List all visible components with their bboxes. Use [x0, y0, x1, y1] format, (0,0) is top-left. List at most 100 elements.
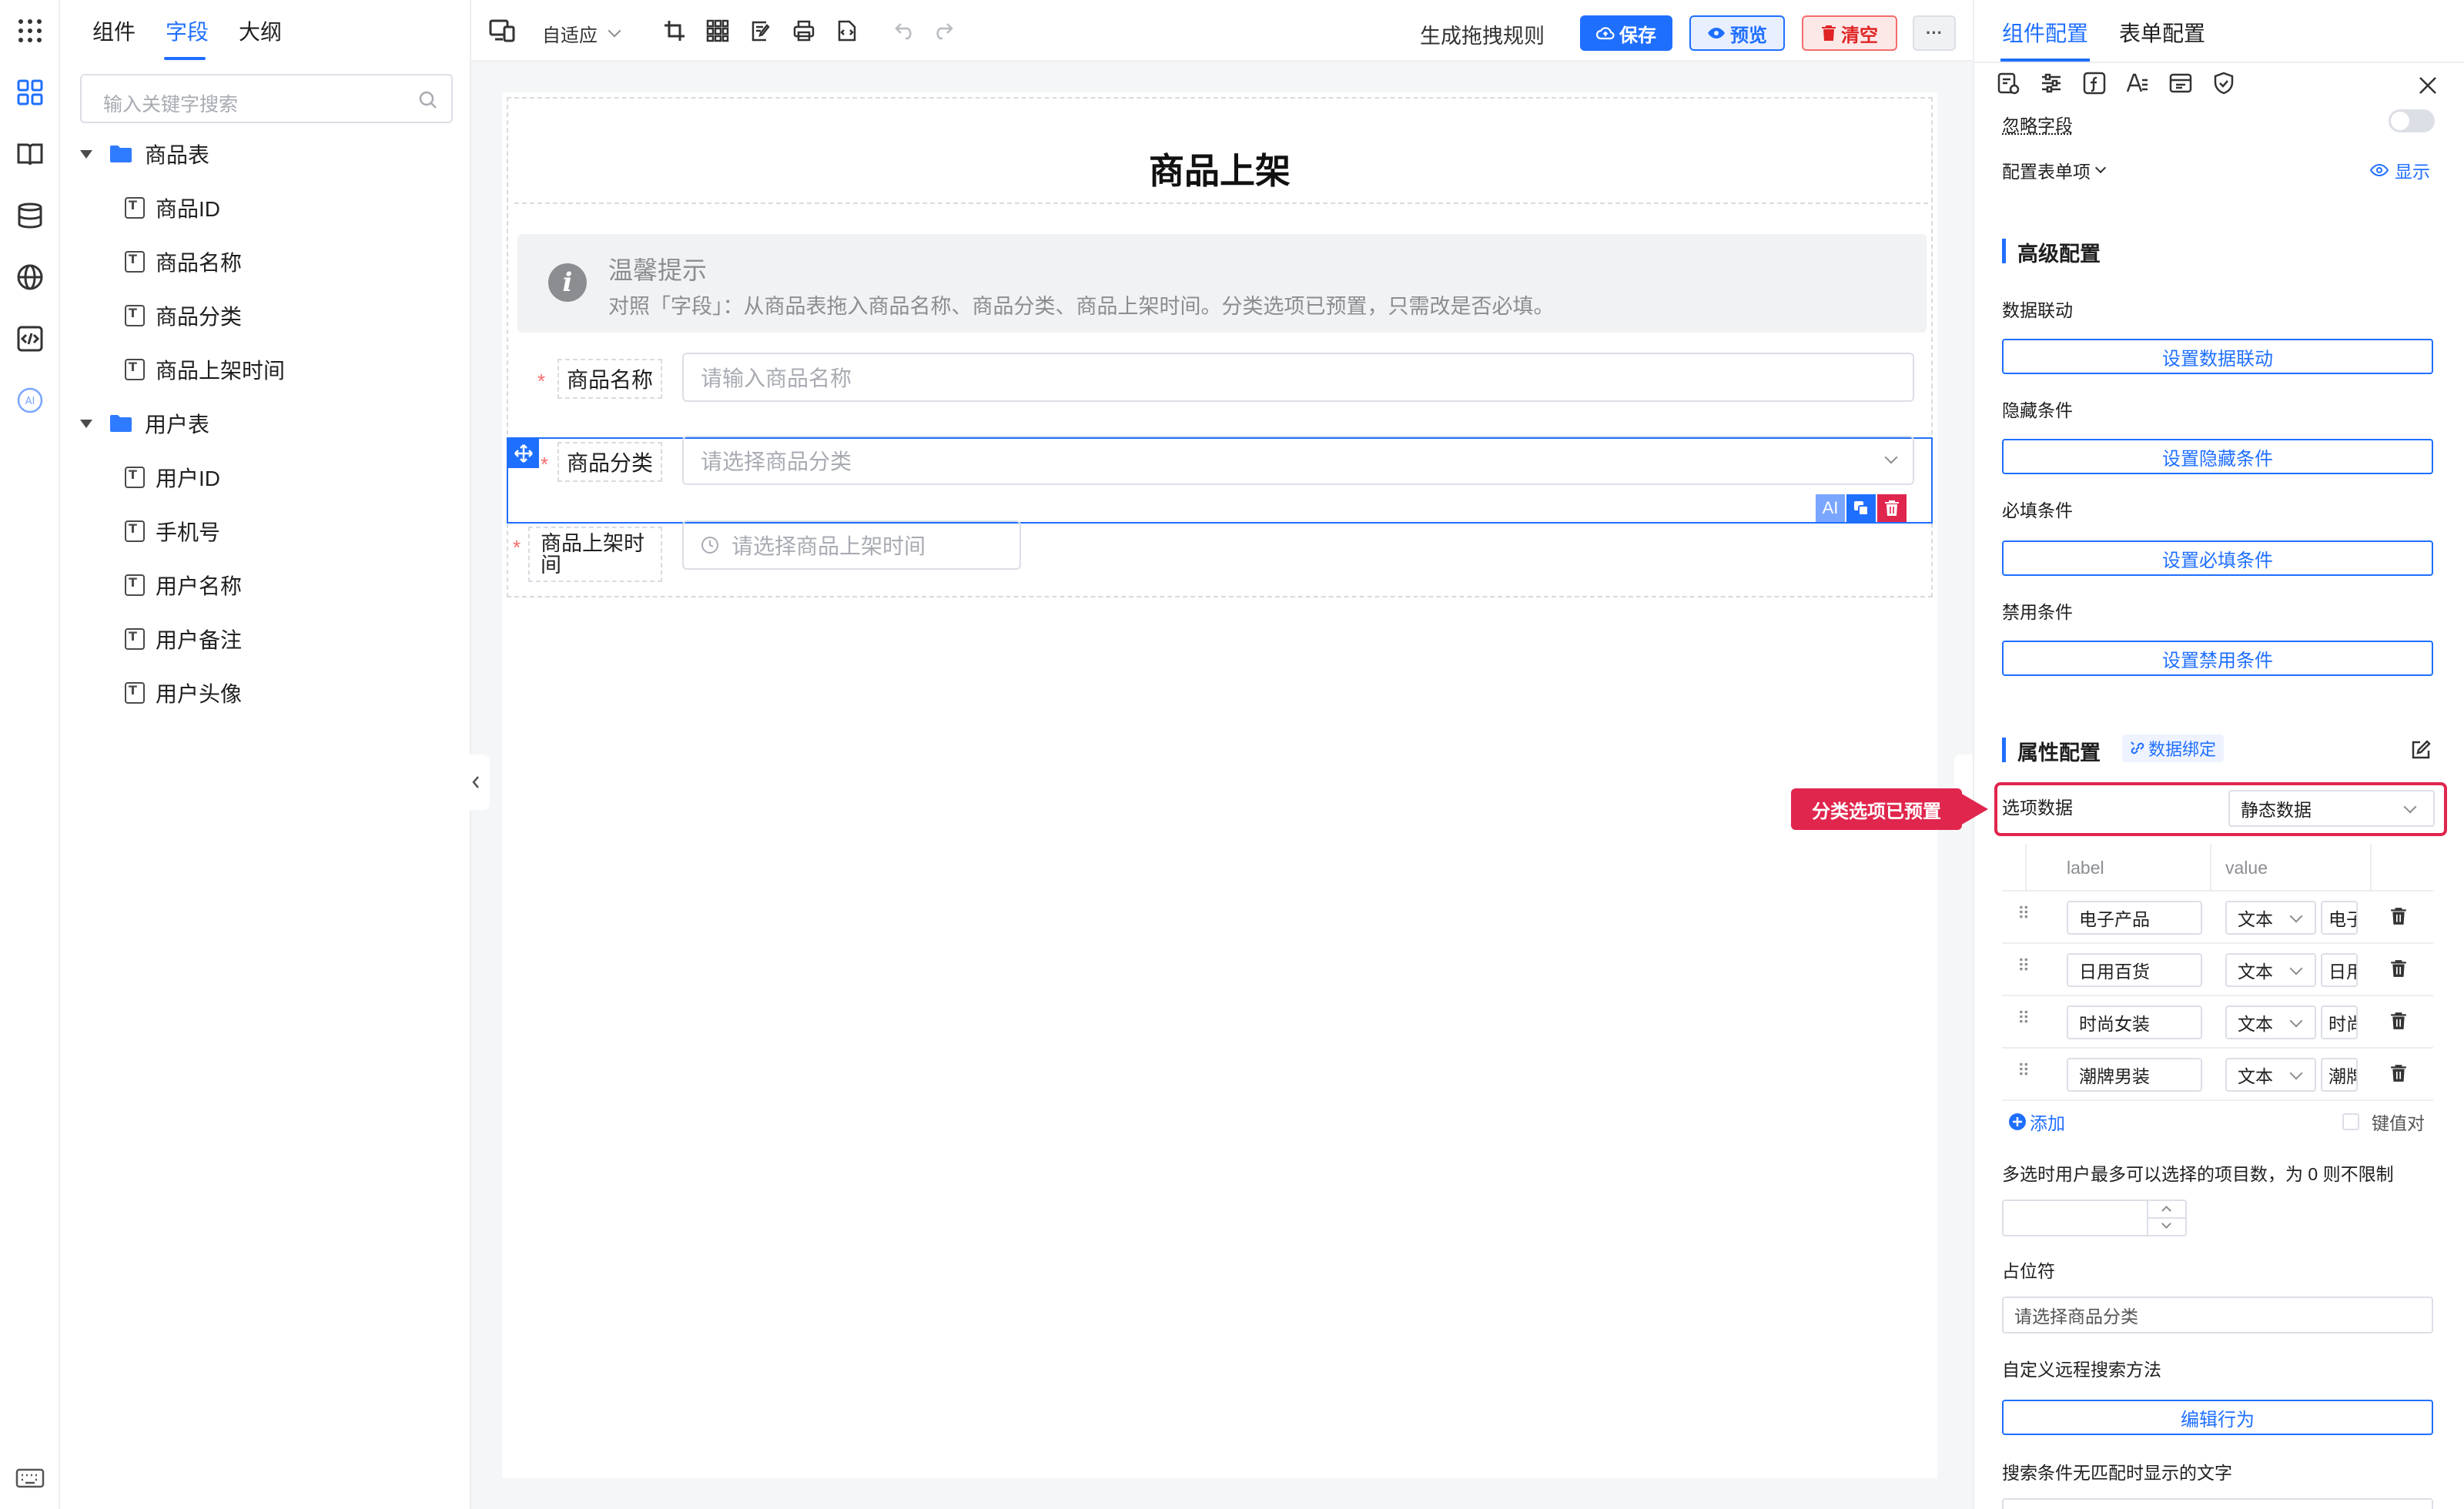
- components-icon[interactable]: [15, 77, 45, 108]
- tab-outline[interactable]: 大纲: [239, 15, 282, 46]
- form-rule-icon[interactable]: [1996, 71, 2020, 95]
- field-search-input[interactable]: 输入关键字搜索: [80, 74, 453, 123]
- chevron-down-icon[interactable]: [2161, 1219, 2171, 1229]
- data-binding-button[interactable]: 数据绑定: [2122, 734, 2225, 762]
- chevron-up-icon[interactable]: [2161, 1206, 2171, 1216]
- data-binding-label: 数据绑定: [2148, 740, 2217, 759]
- print-icon[interactable]: [790, 17, 818, 45]
- tree-field[interactable]: 商品上架时间: [125, 354, 285, 385]
- option-value-input[interactable]: 日用百货: [2321, 953, 2358, 987]
- option-value-input[interactable]: 潮牌男装: [2321, 1058, 2358, 1092]
- max-select-input[interactable]: [2002, 1200, 2187, 1236]
- trash-icon[interactable]: [2390, 1064, 2407, 1082]
- app-grid-icon[interactable]: [15, 15, 45, 46]
- goods-listing-time-picker[interactable]: 请选择商品上架时间: [682, 520, 1021, 570]
- tree-field[interactable]: 商品名称: [125, 246, 242, 277]
- option-type-select[interactable]: 文本: [2225, 1005, 2316, 1039]
- tree-field[interactable]: 商品ID: [125, 192, 220, 223]
- drag-dots-icon[interactable]: ⠿: [2017, 904, 2030, 924]
- ignore-field-toggle[interactable]: [2389, 109, 2435, 132]
- book-icon[interactable]: [15, 139, 45, 169]
- ai-icon[interactable]: AI: [15, 385, 45, 416]
- text-style-icon[interactable]: [2125, 71, 2150, 95]
- option-type-select[interactable]: 文本: [2225, 953, 2316, 987]
- tree-field[interactable]: 手机号: [125, 516, 220, 547]
- redo-icon[interactable]: [929, 17, 956, 45]
- close-icon[interactable]: [2418, 75, 2438, 95]
- option-value-input[interactable]: 时尚女装: [2321, 1005, 2358, 1039]
- drag-dots-icon[interactable]: ⠿: [2017, 1061, 2030, 1081]
- tab-component-config[interactable]: 组件配置: [2002, 17, 2088, 48]
- field-label-goods-category[interactable]: 商品分类: [557, 442, 662, 482]
- drag-dots-icon[interactable]: ⠿: [2017, 956, 2030, 976]
- crop-icon[interactable]: [661, 17, 688, 45]
- tree-field[interactable]: 商品分类: [125, 300, 242, 331]
- edit-external-icon[interactable]: [2410, 739, 2432, 761]
- form-title[interactable]: 商品上架: [508, 143, 1931, 194]
- option-value-input[interactable]: 电子产品: [2321, 901, 2358, 935]
- save-button[interactable]: 保存: [1580, 15, 1672, 51]
- tab-components[interactable]: 组件: [92, 15, 136, 46]
- collapse-left-handle[interactable]: [462, 754, 490, 810]
- tree-field[interactable]: 用户头像: [125, 678, 242, 708]
- option-type-select[interactable]: 文本: [2225, 901, 2316, 935]
- option-label-input[interactable]: 潮牌男装: [2067, 1058, 2202, 1092]
- json-file-icon[interactable]: [833, 17, 861, 45]
- trash-icon[interactable]: [2390, 959, 2407, 978]
- copy-field-button[interactable]: [1846, 494, 1876, 522]
- drag-handle[interactable]: [508, 439, 539, 468]
- code-icon[interactable]: [15, 323, 45, 354]
- more-button[interactable]: ···: [1913, 15, 1956, 51]
- option-type-select[interactable]: 文本: [2225, 1058, 2316, 1092]
- tree-table-users[interactable]: 用户表: [80, 408, 209, 439]
- function-icon[interactable]: [2082, 71, 2107, 95]
- trash-icon[interactable]: [2390, 907, 2407, 925]
- config-item-dropdown[interactable]: 配置表单项: [2002, 157, 2107, 183]
- option-label-input[interactable]: 电子产品: [2067, 901, 2202, 935]
- goods-category-select[interactable]: 请选择商品分类: [682, 436, 1914, 485]
- set-data-linkage-button[interactable]: 设置数据联动: [2002, 339, 2433, 374]
- globe-icon[interactable]: [15, 262, 45, 293]
- ai-assist-button[interactable]: AI: [1816, 494, 1845, 522]
- goods-name-input[interactable]: 请输入商品名称: [682, 353, 1914, 402]
- clear-button[interactable]: 清空: [1802, 15, 1897, 51]
- tab-form-config[interactable]: 表单配置: [2119, 17, 2205, 48]
- set-hide-condition-button[interactable]: 设置隐藏条件: [2002, 439, 2433, 474]
- undo-icon[interactable]: [892, 17, 919, 45]
- grid-icon[interactable]: [704, 17, 732, 45]
- option-label-input[interactable]: 时尚女装: [2067, 1005, 2202, 1039]
- preview-button[interactable]: 预览: [1689, 15, 1785, 51]
- layout-mode-select[interactable]: 自适应: [542, 20, 621, 47]
- tip-alert[interactable]: i 温馨提示 对照「字段」：从商品表拖入商品名称、商品分类、商品上架时间。分类选…: [517, 234, 1927, 333]
- number-stepper[interactable]: [2147, 1201, 2187, 1235]
- kv-pair-checkbox[interactable]: 键值对: [2342, 1109, 2425, 1135]
- generate-drag-rule-button[interactable]: 生成拖拽规则: [1420, 19, 1545, 49]
- trash-icon[interactable]: [2390, 1012, 2407, 1030]
- set-required-condition-button[interactable]: 设置必填条件: [2002, 540, 2433, 576]
- device-icon[interactable]: [488, 17, 516, 45]
- database-icon[interactable]: [15, 200, 45, 231]
- drag-dots-icon[interactable]: ⠿: [2017, 1009, 2030, 1029]
- layout-icon[interactable]: [2168, 71, 2193, 95]
- show-toggle-link[interactable]: 显示: [2370, 157, 2430, 183]
- field-label-goods-name[interactable]: 商品名称: [557, 359, 662, 399]
- set-disable-condition-button[interactable]: 设置禁用条件: [2002, 641, 2433, 676]
- field-label-goods-listing-time[interactable]: 商品上架时间: [528, 527, 662, 582]
- keyboard-icon[interactable]: [15, 1463, 45, 1494]
- option-label-input[interactable]: 日用百货: [2067, 953, 2202, 987]
- shield-check-icon[interactable]: [2211, 71, 2236, 95]
- edit-form-icon[interactable]: [747, 17, 775, 45]
- tree-table-goods[interactable]: 商品表: [80, 139, 209, 169]
- sliders-icon[interactable]: [2039, 71, 2064, 95]
- tree-field[interactable]: 用户备注: [125, 624, 242, 654]
- tree-field[interactable]: 用户名称: [125, 570, 242, 601]
- edit-behavior-button[interactable]: 编辑行为: [2002, 1400, 2433, 1435]
- option-data-source-select[interactable]: 静态数据: [2228, 790, 2435, 827]
- delete-field-button[interactable]: [1877, 494, 1907, 522]
- no-match-text-input[interactable]: [2002, 1498, 2433, 1509]
- placeholder-input[interactable]: 请选择商品分类: [2002, 1297, 2433, 1333]
- info-icon: i: [548, 263, 587, 302]
- tab-fields[interactable]: 字段: [166, 15, 209, 46]
- tree-field[interactable]: 用户ID: [125, 462, 220, 493]
- add-option-button[interactable]: 添加: [2008, 1109, 2065, 1135]
